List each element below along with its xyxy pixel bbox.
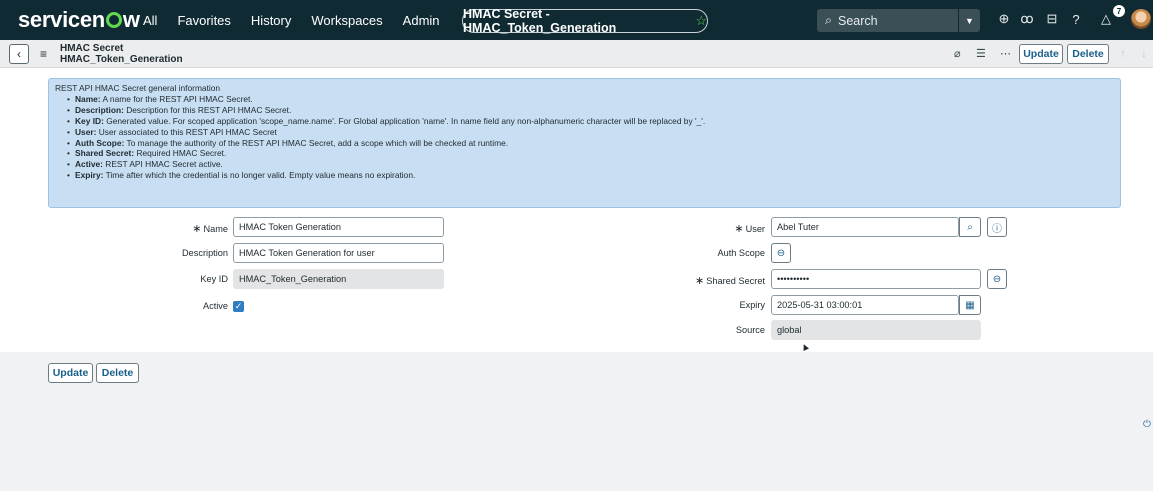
user-label: ∗ User (734, 223, 765, 235)
secret-unlock-button[interactable]: ⊖ (987, 269, 1007, 289)
arrow-up-icon[interactable]: ↑ (1120, 46, 1126, 60)
info-item: Key ID: Generated value. For scoped appl… (67, 116, 1114, 127)
nav-workspaces[interactable]: Workspaces (311, 13, 382, 28)
delete-button-top[interactable]: Delete (1067, 44, 1109, 64)
authscope-unlock-button[interactable]: ⊖ (771, 243, 791, 263)
info-item: Name: A name for the REST API HMAC Secre… (67, 94, 1114, 105)
source-label: Source (735, 325, 765, 335)
calendar-button[interactable]: ▦ (959, 295, 981, 315)
help-icon[interactable]: ? (1068, 11, 1084, 27)
mouse-cursor (801, 343, 809, 351)
required-icon: ∗ (734, 223, 744, 235)
info-item: Expiry: Time after which the credential … (67, 170, 1114, 181)
user-info-button[interactable]: ⓘ (987, 217, 1007, 237)
update-button-bottom[interactable]: Update (48, 363, 93, 383)
search-scope-dropdown[interactable]: ▼ (958, 9, 980, 32)
arrow-down-icon[interactable]: ↓ (1141, 46, 1147, 60)
keyid-label: Key ID (200, 274, 228, 284)
info-item: Shared Secret: Required HMAC Secret. (67, 148, 1114, 159)
user-field[interactable]: Abel Tuter (771, 217, 959, 237)
side-info-icon[interactable]: ⏻ (1143, 419, 1151, 430)
search-input[interactable]: ⌕ Search (817, 9, 958, 32)
search-placeholder: Search (838, 13, 878, 28)
form-header: ‹ ≡ HMAC Secret HMAC_Token_Generation ⌀ … (0, 40, 1153, 68)
info-item: Auth Scope: To manage the authority of t… (67, 138, 1114, 149)
info-list: Name: A name for the REST API HMAC Secre… (67, 94, 1114, 181)
chevron-left-icon: ‹ (17, 47, 21, 61)
required-icon: ∗ (695, 275, 705, 287)
chat-icon[interactable]: ꝏ (1019, 11, 1035, 27)
avatar[interactable] (1131, 9, 1151, 29)
nav-favorites[interactable]: Favorites (177, 13, 230, 28)
description-field[interactable]: HMAC Token Generation for user (233, 243, 444, 263)
info-heading: REST API HMAC Secret general information (55, 83, 221, 93)
user-lookup-button[interactable]: ⌕ (959, 217, 981, 237)
info-item: Description: Description for this REST A… (67, 105, 1114, 116)
record-title-pill[interactable]: HMAC Secret - HMAC_Token_Generation ☆ (462, 7, 708, 35)
nav-admin[interactable]: Admin (403, 13, 440, 28)
keyid-field: HMAC_Token_Generation (233, 269, 444, 289)
record-title: HMAC Secret - HMAC_Token_Generation (463, 7, 617, 35)
bell-icon[interactable]: △ (1098, 11, 1114, 27)
lock-icon: ⊖ (992, 273, 1002, 285)
expiry-field[interactable]: 2025-05-31 03:00:01 (771, 295, 959, 315)
required-icon: ∗ (192, 223, 202, 235)
active-label: Active (202, 301, 228, 311)
servicenow-logo[interactable]: servicen w (18, 7, 140, 33)
form-record-name: HMAC_Token_Generation (60, 54, 183, 65)
name-field[interactable]: HMAC Token Generation (233, 217, 444, 237)
context-menu-icon[interactable]: ≡ (40, 47, 47, 61)
calendar-icon: ▦ (965, 299, 975, 311)
description-label: Description (182, 248, 228, 258)
more-options-icon[interactable]: ⋯ (1000, 47, 1011, 60)
info-item: User: User associated to this REST API H… (67, 127, 1114, 138)
star-icon[interactable]: ☆ (695, 13, 707, 29)
settings-sliders-icon[interactable]: ☰ (976, 47, 986, 60)
form-table-name: HMAC Secret (60, 43, 124, 54)
attachment-icon[interactable]: ⌀ (954, 47, 961, 60)
name-label: ∗ Name (192, 223, 228, 235)
shared-secret-field[interactable]: •••••••••• (771, 269, 981, 289)
globe-icon[interactable]: ⊕ (996, 11, 1012, 27)
active-checkbox[interactable]: ✓ (233, 301, 244, 312)
info-item: Active: REST API HMAC Secret active. (67, 159, 1114, 170)
form-footer-area: Update Delete (0, 352, 1153, 491)
back-button[interactable]: ‹ (9, 44, 29, 64)
secret-label: ∗ Shared Secret (695, 275, 765, 287)
nav-history[interactable]: History (251, 13, 291, 28)
expiry-label: Expiry (739, 300, 765, 310)
source-field: global (771, 320, 981, 340)
delete-button-bottom[interactable]: Delete (96, 363, 139, 383)
search-icon: ⌕ (825, 13, 833, 27)
top-navigation: servicen w All Favorites History Workspac… (0, 0, 1153, 40)
lock-icon: ⊖ (776, 247, 786, 259)
info-icon: ⓘ (992, 223, 1002, 235)
info-message: REST API HMAC Secret general information… (48, 78, 1121, 208)
update-button-top[interactable]: Update (1019, 44, 1063, 64)
nav-links: All Favorites History Workspaces Admin (143, 13, 460, 28)
notification-badge: 7 (1113, 5, 1125, 17)
search-icon: ⌕ (967, 221, 973, 233)
inbox-icon[interactable]: ⊟ (1044, 11, 1060, 27)
authscope-label: Auth Scope (717, 248, 765, 258)
nav-all[interactable]: All (143, 13, 157, 28)
